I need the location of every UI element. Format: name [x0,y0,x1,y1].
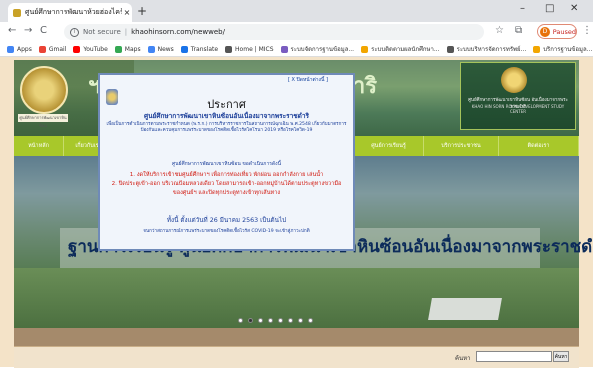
search-label: ค้นหา [455,355,471,362]
popup-item-2: 2. ปิดประตูเข้า-ออก บริเวณป้อมหลวงเดียว … [111,181,342,196]
bookmark-star-icon[interactable]: ☆ [495,25,504,36]
info-icon[interactable]: i [70,27,79,37]
emblem-icon [501,67,527,93]
bookmark-favicon-icon [7,45,14,53]
bookmark-item[interactable]: ระบบจัดการฐานข้อมูล... [280,44,355,54]
bookmark-item[interactable]: YouTube [73,45,108,53]
popup-lead: ศูนย์ศึกษาการพัฒนาเขาหินซ้อน ขอดำเนินการ… [171,161,282,167]
footer-strip [14,328,579,346]
maximize-button[interactable]: □ [545,3,554,14]
popup-org: ศูนย์ศึกษาการพัฒนาเขาหินซ้อนอันเนื่องมาจ… [143,112,310,120]
close-tab-icon[interactable]: × [122,8,132,17]
bookmark-label: ระบบบริหารจัดการทรัพย์... [456,46,527,53]
bookmark-label: Home | MICS [235,45,274,53]
bookmark-favicon-icon [361,45,369,53]
bookmark-favicon-icon [225,45,233,53]
bookmark-favicon-icon [114,45,122,53]
tab-title: ศูนย์ศึกษาการพัฒนาห้วยฮ่องไคร้ฯ [25,8,122,16]
slider-dot[interactable] [248,318,253,323]
center-logo[interactable]: ศูนย์ศึกษาการพัฒนาเขาหินซ้อน อันเนื่องมา… [460,62,576,130]
bookmark-label: ระบบติดตามผลนักศึกษา... [371,46,440,53]
minimize-button[interactable]: – [520,3,525,14]
bookmark-label: YouTube [83,45,108,53]
bookmark-item[interactable]: Gmail [38,45,67,53]
slider-dot[interactable] [238,318,243,323]
bookmark-favicon-icon [533,45,541,53]
menu-item[interactable]: บริการประชาชน [424,136,499,156]
bookmark-item[interactable]: ระบบติดตามผลนักศึกษา... [361,44,440,54]
close-window-button[interactable]: ✕ [570,3,578,14]
reload-button[interactable]: C [40,25,47,37]
bookmark-item[interactable]: บริการฐานข้อมูล... [533,44,592,54]
search-input[interactable] [476,351,552,362]
menu-item[interactable]: ศูนย์การเรียนรู้ [354,136,424,156]
bookmark-favicon-icon [180,45,188,53]
profile-status: Paused [552,27,576,36]
bookmark-label: News [157,45,174,53]
bookmark-item[interactable]: ระบบบริหารจัดการทรัพย์... [446,44,527,54]
menu-item[interactable]: ติดต่อเรา [499,136,579,156]
browser-tab[interactable]: ศูนย์ศึกษาการพัฒนาห้วยฮ่องไคร้ฯ × [8,3,132,22]
bookmark-favicon-icon [38,45,46,53]
bookmark-favicon-icon [147,45,155,53]
menu-item[interactable]: หน้าหลัก [14,136,64,156]
royal-seal-logo[interactable] [20,66,68,114]
slider-dot[interactable] [268,318,273,323]
bookmark-item[interactable]: Translate [180,45,219,53]
bookmark-label: ระบบจัดการฐานข้อมูล... [290,46,355,53]
bookmark-item[interactable]: Apps [7,45,32,53]
popup-items: 1. งดให้บริการเข้าชมศูนย์ศึกษาฯ เพื่อการ… [106,171,347,198]
menu-icon[interactable]: ⋮ [582,25,592,36]
bookmark-item[interactable]: News [147,45,174,53]
forward-button[interactable]: → [24,25,32,37]
bookmark-item[interactable]: Maps [114,45,141,53]
back-button[interactable]: ← [8,25,16,37]
seal-caption: ศูนย์ศึกษาการพัฒนาเขาหินซ้อน [18,114,68,128]
profile-button[interactable]: D Paused [537,24,577,39]
popup-close-link[interactable]: [ X ปิดหน้าต่างนี้ ] [288,76,328,84]
slider-building [428,298,502,320]
bookmark-favicon-icon [280,45,288,53]
slider-dot[interactable] [288,318,293,323]
bookmarks-bar: Apps Gmail YouTube Maps News Translate Home | … [0,42,593,57]
slider-dot[interactable] [298,318,303,323]
search-button[interactable]: ค้นหา [553,351,569,362]
bookmark-label: Maps [124,45,141,53]
popup-footer: จนกว่าสถานการณ์การแพร่ระบาดของโรคติดเชื้… [143,229,310,234]
bookmark-item[interactable]: Home | MICS [225,45,274,53]
slider-dot[interactable] [308,318,313,323]
bookmark-favicon-icon [446,45,454,53]
popup-date: ทั้งนี้ ตั้งแต่วันที่ 26 มีนาคม 2563 เป็… [166,217,287,224]
security-label: Not secure [83,28,121,36]
center-name-english: KHAO HIN SORN ROYAL DEVELOPMENT STUDY CE… [471,104,565,114]
site-favicon-icon [13,8,21,17]
slider-pagination [238,318,318,323]
bookmark-label: Gmail [48,45,67,53]
bookmark-label: Apps [17,45,32,53]
address-bar[interactable]: i Not secure | khaohinsorn.com/newweb/ [64,24,484,40]
popup-body: เพื่อเป็นการดำเนินการตามพระราชกำหนด (พ.ร… [106,122,347,133]
avatar: D [540,26,550,37]
slider-dot[interactable] [278,318,283,323]
bookmark-label: Translate [190,45,219,53]
slider-dot[interactable] [258,318,263,323]
bookmark-label: บริการฐานข้อมูล... [543,46,593,53]
new-tab-button[interactable]: + [137,4,147,18]
url-text: khaohinsorn.com/newweb/ [131,28,225,36]
extensions-icon[interactable]: ⧉ [515,25,522,36]
popup-item-1: 1. งดให้บริการเข้าชมศูนย์ศึกษาฯ เพื่อการ… [129,172,324,178]
bookmark-favicon-icon [73,45,81,53]
